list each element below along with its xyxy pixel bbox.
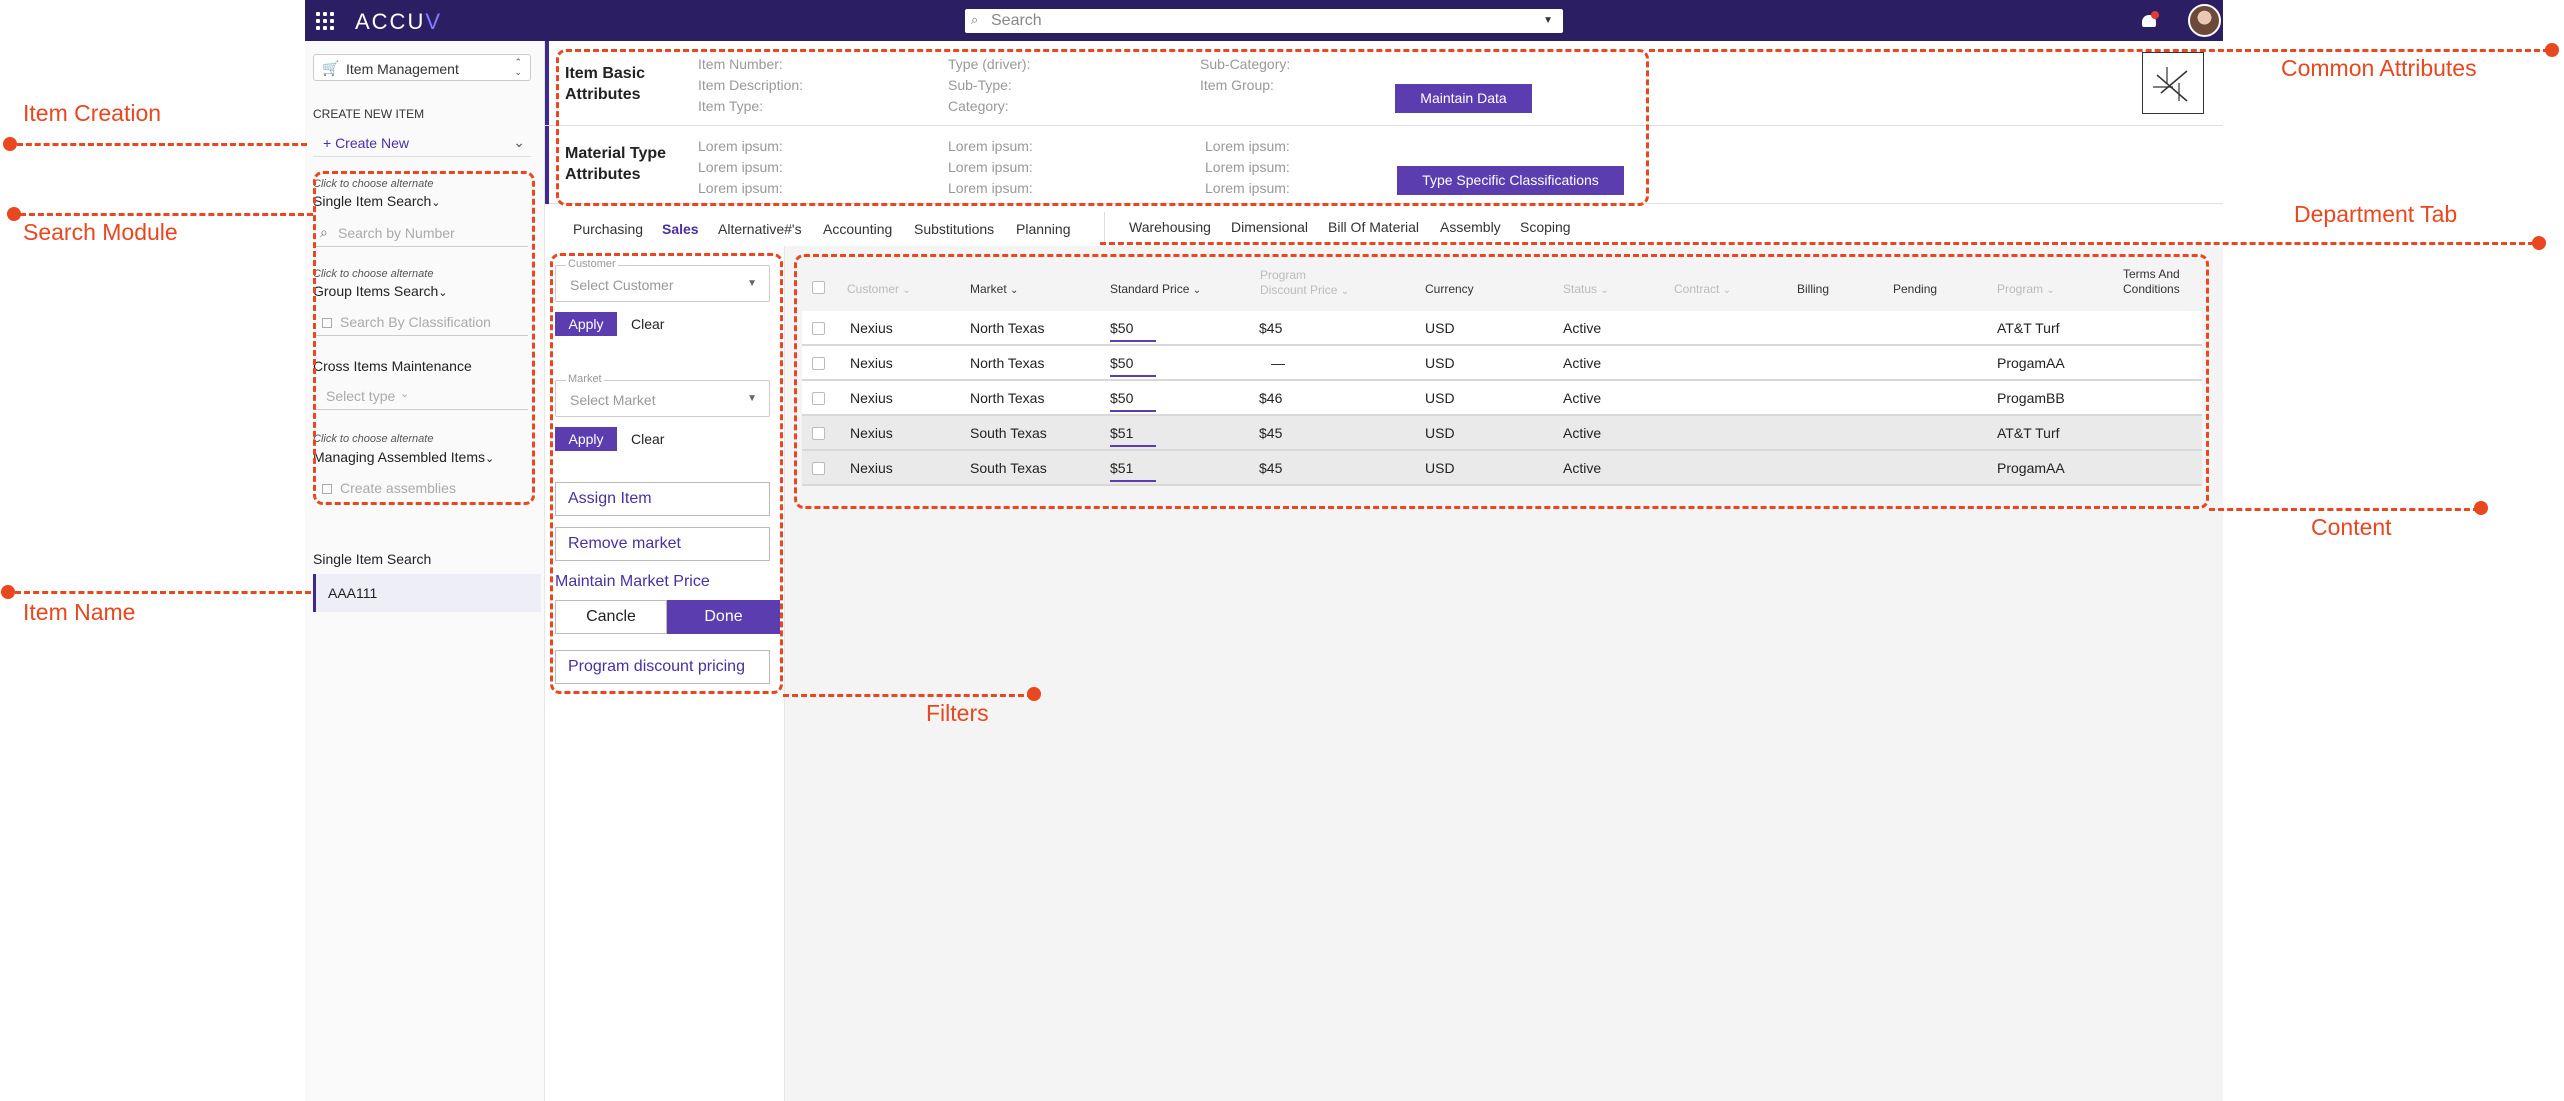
app-grid-icon[interactable] (316, 12, 334, 30)
annotation-department-tab: Department Tab (2294, 201, 2458, 227)
tab-planning[interactable]: Planning (1016, 221, 1071, 237)
filters-outline (550, 253, 783, 694)
item-image-placeholder (2142, 52, 2204, 114)
tab-sales[interactable]: Sales (662, 221, 699, 237)
search-module-outline (313, 171, 535, 505)
annotation-line (20, 213, 313, 216)
annotation-dot (7, 207, 21, 221)
up-down-chevron-icon: ⌃ ⌄ (514, 57, 522, 77)
tab-alternatives[interactable]: Alternative#'s (718, 221, 802, 237)
create-new-heading: CREATE NEW ITEM (313, 107, 425, 121)
annotation-line (1649, 49, 2549, 52)
app-logo: ACCUV (355, 9, 443, 34)
header-accent (545, 41, 549, 204)
annotation-search-module: Search Module (23, 219, 178, 245)
annotation-line (783, 694, 1033, 697)
module-select[interactable]: 🛒 Item Management ⌃ ⌄ (313, 54, 531, 81)
create-new-dropdown[interactable]: + Create New ⌄ (313, 129, 531, 157)
annotation-dot (2474, 501, 2488, 515)
search-icon: ⌕ (971, 12, 979, 27)
chevron-down-icon[interactable]: ▼ (1543, 15, 1553, 26)
annotation-item-creation: Item Creation (23, 100, 162, 126)
cart-icon: 🛒 (322, 60, 340, 76)
common-attributes-outline (556, 49, 1649, 206)
content-outline (794, 254, 2209, 509)
annotation-dot (3, 137, 17, 151)
annotation-filters: Filters (926, 700, 989, 726)
item-name-row[interactable]: AAA111 (313, 574, 541, 612)
annotation-line (15, 591, 311, 594)
avatar[interactable] (2188, 4, 2221, 37)
annotation-dot (2545, 43, 2559, 57)
single-item-search-label: Single Item Search (313, 551, 432, 567)
tab-assembly[interactable]: Assembly (1440, 219, 1501, 235)
tab-dimensional[interactable]: Dimensional (1231, 219, 1308, 235)
annotation-item-name: Item Name (23, 599, 136, 625)
global-search-input[interactable]: ⌕ Search ▼ (965, 9, 1563, 33)
tab-scoping[interactable]: Scoping (1520, 219, 1571, 235)
notification-bell-icon[interactable] (2140, 11, 2160, 31)
blueprint-icon (2153, 67, 2188, 102)
tab-purchasing[interactable]: Purchasing (573, 221, 643, 237)
annotation-line (2209, 508, 2479, 511)
annotation-line (1100, 242, 2534, 245)
chevron-down-icon: ⌄ (513, 134, 525, 150)
annotation-dot (2532, 236, 2546, 250)
annotation-dot (1, 585, 15, 599)
annotation-content: Content (2311, 514, 2392, 540)
annotation-line (17, 143, 307, 146)
tab-divider (1104, 212, 1105, 244)
tab-warehousing[interactable]: Warehousing (1129, 219, 1211, 235)
tab-accounting[interactable]: Accounting (823, 221, 892, 237)
annotation-common-attributes: Common Attributes (2281, 55, 2477, 81)
tab-substitutions[interactable]: Substitutions (914, 221, 994, 237)
tab-bill-of-material[interactable]: Bill Of Material (1328, 219, 1419, 235)
annotation-dot (1027, 687, 1041, 701)
